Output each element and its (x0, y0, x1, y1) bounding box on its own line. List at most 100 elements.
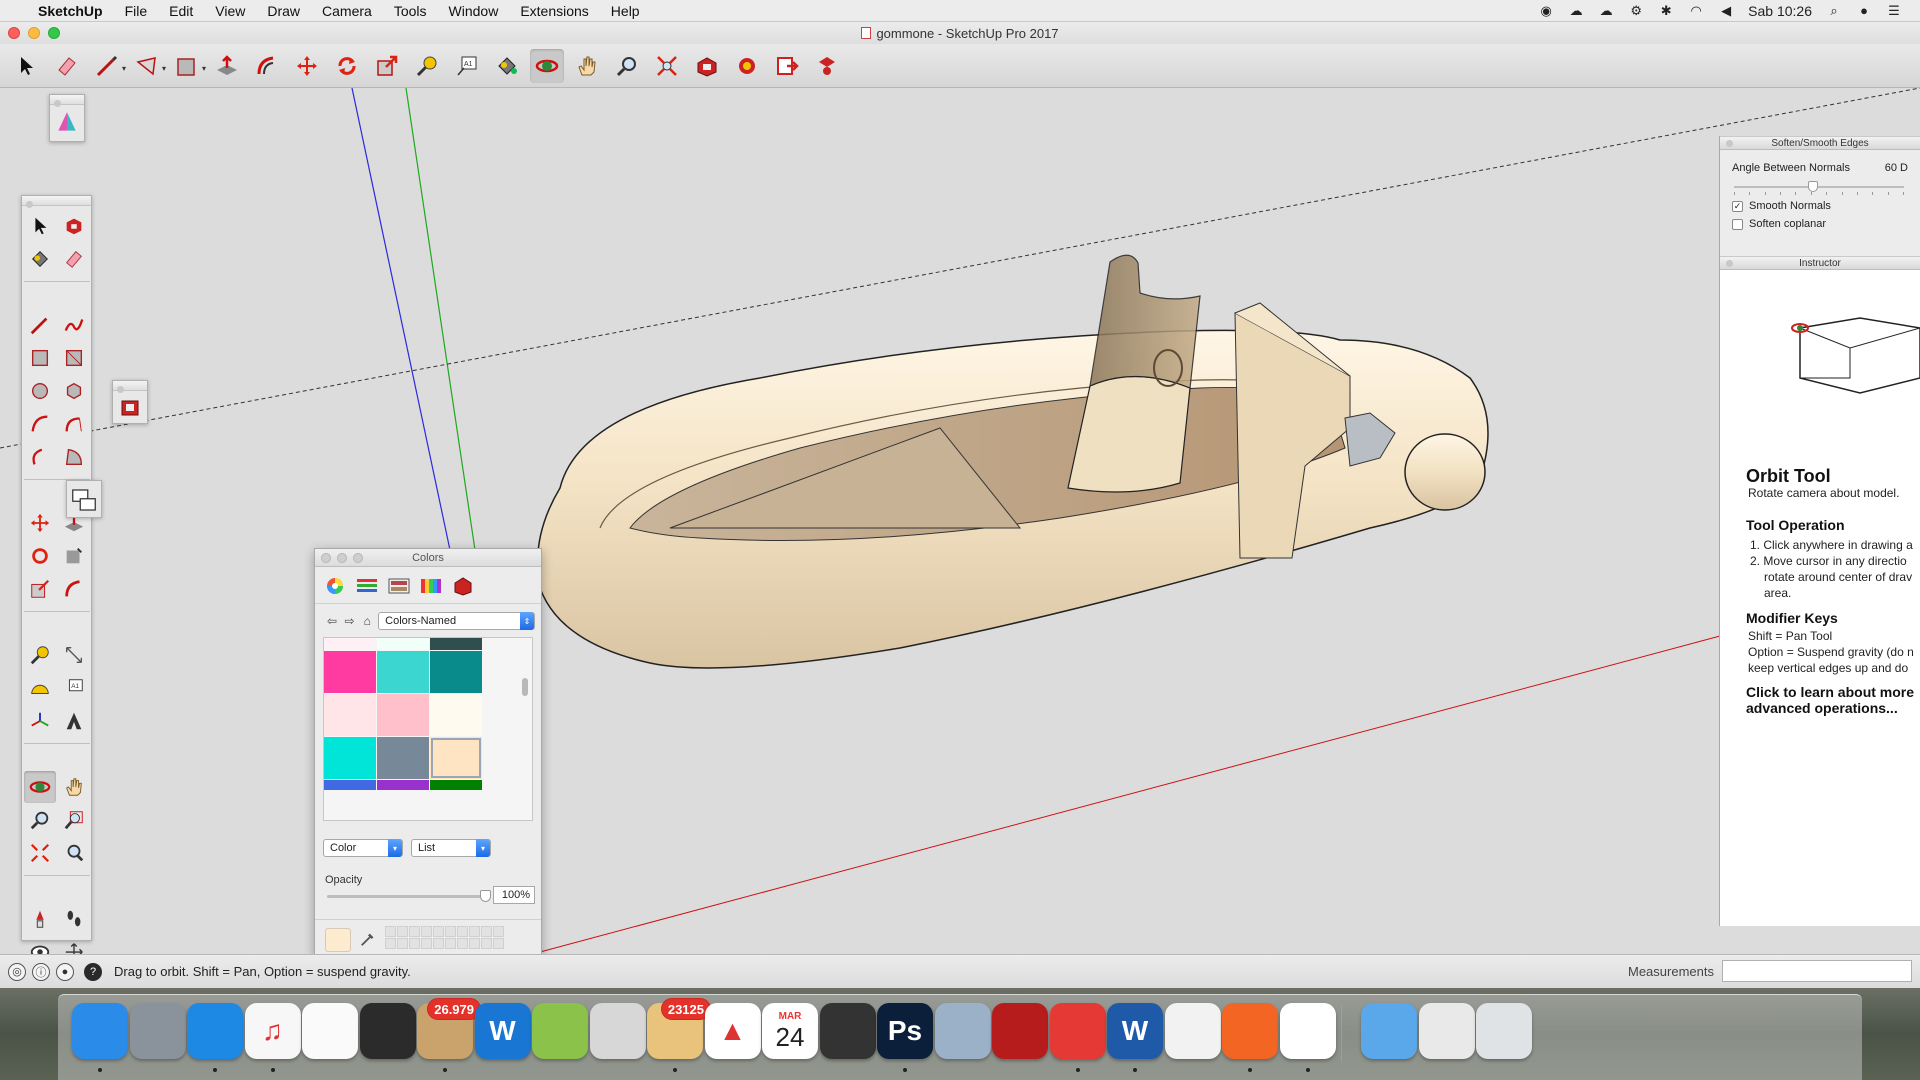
soften-coplanar-checkbox[interactable]: Soften coplanar (1732, 218, 1908, 230)
paint-bucket-tool-button[interactable] (490, 49, 524, 83)
color-sliders-mode-button[interactable] (355, 575, 379, 597)
window-close-button[interactable] (8, 27, 20, 39)
opacity-value-field[interactable]: 100% (493, 886, 535, 904)
color-swatch[interactable] (430, 651, 482, 693)
swatch-scrollbar[interactable] (522, 642, 528, 816)
palette-3point-arc-button[interactable] (24, 441, 56, 473)
angle-slider-knob[interactable] (1808, 181, 1819, 192)
text-tool-button[interactable]: A1 (450, 49, 484, 83)
component-button[interactable] (113, 391, 147, 419)
offset-tool-button[interactable] (250, 49, 284, 83)
rotate-tool-button[interactable] (330, 49, 364, 83)
color-swatch[interactable] (377, 694, 429, 736)
dock-app-word-web[interactable]: W (473, 998, 533, 1064)
user-avatar-icon[interactable]: ● (1856, 4, 1872, 18)
palette-zoom-button[interactable] (24, 804, 56, 836)
palette-text-button[interactable]: A1 (58, 672, 90, 704)
dock-app-downloads[interactable] (1417, 998, 1477, 1064)
palette-previous-view-button[interactable] (58, 837, 90, 869)
palette-follow-me-button[interactable] (58, 540, 90, 572)
palette-line-button[interactable] (24, 309, 56, 341)
palette-move-button[interactable] (24, 507, 56, 539)
palette-section-plane-button[interactable] (58, 936, 90, 954)
dock-app-launchpad[interactable] (128, 998, 188, 1064)
palette-pan-button[interactable] (58, 771, 90, 803)
home-icon[interactable]: ⌂ (360, 614, 374, 628)
color-palettes-mode-button[interactable] (387, 575, 411, 597)
color-library-select[interactable]: Colors-Named ⇕ (378, 612, 536, 630)
palette-rotate-button[interactable] (24, 540, 56, 572)
palette-offset-button[interactable] (58, 573, 90, 605)
palette-polygon-button[interactable] (58, 375, 90, 407)
dock-app-photoshop[interactable]: Ps (875, 998, 935, 1072)
gear-status-icon[interactable]: ⚙ (1628, 4, 1644, 18)
dock-app-preview[interactable] (933, 998, 993, 1064)
menu-edit[interactable]: Edit (169, 3, 193, 19)
palette-paint-bucket-button[interactable] (24, 243, 56, 275)
window-fullscreen-button[interactable] (48, 27, 60, 39)
dock-app-mail[interactable]: 23125 (645, 998, 711, 1072)
dock-app-mail-bird[interactable]: 26.979 (415, 998, 481, 1072)
back-arrow-icon[interactable]: ⇦ (325, 614, 339, 628)
palette-zoom-extents-button[interactable] (24, 837, 56, 869)
palette-protractor-button[interactable] (24, 672, 56, 704)
palette-2point-arc-button[interactable] (58, 408, 90, 440)
3d-warehouse-button[interactable] (690, 49, 724, 83)
dock-app-acrobat[interactable] (990, 998, 1050, 1064)
color-swatch-grid[interactable] (323, 637, 533, 821)
volume-icon[interactable]: ◀ (1718, 4, 1734, 18)
color-swatch[interactable] (324, 638, 376, 650)
select-tool-button[interactable] (10, 49, 44, 83)
dock-app-itunes[interactable]: ♫ (243, 998, 303, 1072)
palette-dimension-button[interactable] (58, 639, 90, 671)
zoom-tool-button[interactable] (610, 49, 644, 83)
extension-warehouse-button[interactable] (730, 49, 764, 83)
dock-app-document[interactable] (1163, 998, 1223, 1064)
palette-circle-button[interactable] (24, 375, 56, 407)
soften-panel-header[interactable]: Soften/Smooth Edges (1720, 136, 1920, 150)
palette-tape-measure-button[interactable] (24, 639, 56, 671)
menu-view[interactable]: View (215, 3, 245, 19)
dock-app-calendar[interactable]: MAR 24 (760, 998, 820, 1064)
measurements-input[interactable] (1722, 960, 1912, 982)
move-tool-button[interactable] (290, 49, 324, 83)
menu-file[interactable]: File (125, 3, 148, 19)
dock-app-applications-folder[interactable] (1359, 998, 1419, 1064)
color-swatch[interactable] (430, 780, 482, 790)
palette-axes-button[interactable] (24, 705, 56, 737)
palette-look-around-button[interactable] (24, 936, 56, 954)
color-view-select[interactable]: List ▾ (411, 839, 491, 857)
pan-tool-button[interactable] (570, 49, 604, 83)
credits-info-icon[interactable]: ⓘ (32, 962, 50, 981)
instructor-help-icon[interactable]: ? (84, 962, 102, 981)
zoom-extents-tool-button[interactable] (650, 49, 684, 83)
color-swatch[interactable] (377, 638, 429, 650)
dock-app-printer[interactable] (588, 998, 648, 1064)
color-swatch[interactable] (324, 651, 376, 693)
arc-tool-button[interactable]: ▾ (130, 49, 166, 83)
geo-location-icon[interactable]: ◎ (8, 962, 26, 981)
dock-app-chrome[interactable] (1278, 998, 1338, 1072)
color-swatch[interactable] (377, 780, 429, 790)
model-scene[interactable] (0, 88, 1920, 954)
angle-slider[interactable] (1734, 181, 1904, 195)
saved-color-wells[interactable] (385, 926, 504, 949)
palette-select-button[interactable] (24, 210, 56, 242)
palette-pie-button[interactable] (58, 441, 90, 473)
dock-app-photo-browser[interactable] (358, 998, 418, 1064)
dock-app-android[interactable] (530, 998, 590, 1064)
dock-app-final-cut[interactable] (818, 998, 878, 1064)
color-spectrum-mode-button[interactable] (419, 575, 443, 597)
palette-freehand-button[interactable] (58, 309, 90, 341)
wifi-icon[interactable]: ◠ (1688, 4, 1704, 18)
dock-app-reminders[interactable] (300, 998, 360, 1064)
forward-arrow-icon[interactable]: ⇨ (343, 614, 357, 628)
cloud-upload-icon[interactable]: ☁ (1598, 4, 1614, 18)
color-swatch[interactable] (377, 737, 429, 779)
learn-more-link[interactable]: Click to learn about more advanced opera… (1746, 684, 1920, 716)
creative-cloud-icon[interactable]: ☁ (1568, 4, 1584, 18)
eraser-tool-button[interactable] (50, 49, 84, 83)
menu-draw[interactable]: Draw (267, 3, 300, 19)
colors-minimize-button[interactable] (337, 553, 347, 563)
palette-3d-text-button[interactable] (58, 705, 90, 737)
